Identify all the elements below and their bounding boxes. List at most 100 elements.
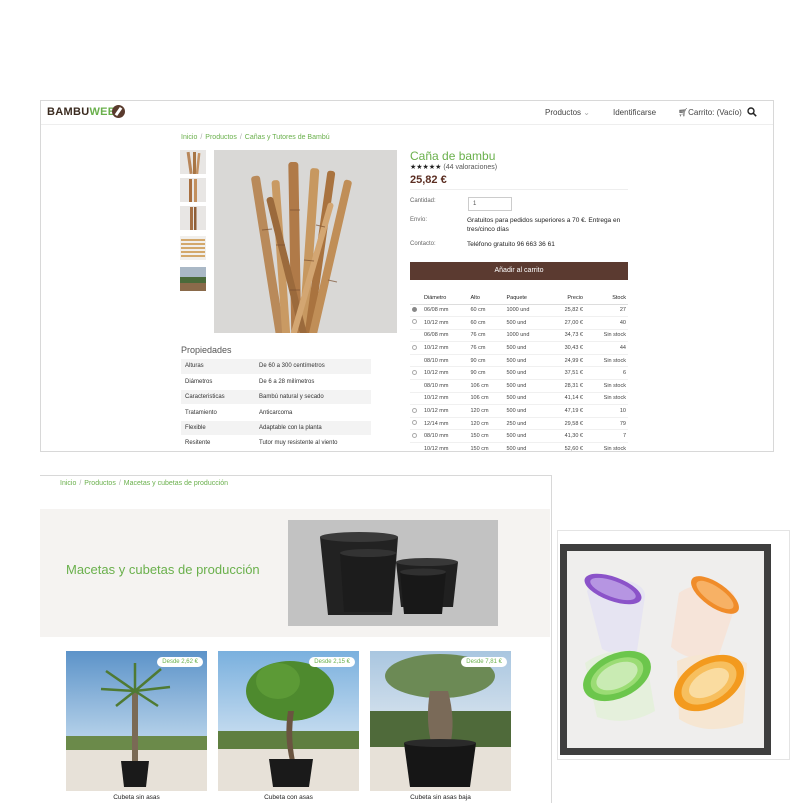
variant-select-cell[interactable]	[410, 304, 422, 318]
variant-stock: Sin stock	[584, 329, 628, 343]
chevron-down-icon: ⌄	[583, 108, 590, 117]
variant-paquete: 1000 und	[504, 329, 549, 343]
property-value: De 60 a 300 centímetros	[255, 359, 371, 375]
variant-paquete: 500 und	[504, 442, 549, 451]
variant-radio[interactable]	[412, 420, 417, 426]
variant-row[interactable]: 10/12 mm 90 cm 500 und 37,51 €6	[410, 366, 628, 381]
variant-stock: Sin stock	[584, 354, 628, 368]
product-name[interactable]: Cubeta sin asas baja	[370, 794, 511, 801]
product-page-screenshot: BAMBUWEB Productos ⌄ Identificarse 🛒︎Car…	[40, 100, 774, 452]
variant-stock: Sin stock	[584, 392, 628, 406]
product-name[interactable]: Cubeta sin asas	[66, 794, 207, 801]
cart-icon: 🛒︎	[678, 108, 689, 117]
variant-alto: 90 cm	[468, 366, 505, 381]
variant-radio[interactable]	[412, 344, 417, 350]
nav-login[interactable]: Identificarse	[613, 108, 656, 117]
variant-precio: 41,14 €	[548, 392, 585, 406]
variant-row[interactable]: 10/12 mm 120 cm 500 und 47,19 €10	[410, 404, 628, 418]
nav-products[interactable]: Productos ⌄	[545, 108, 590, 117]
price-badge: Desde 7,81 €	[461, 657, 507, 667]
property-row: Tratamiento Anticarcoma	[181, 404, 371, 421]
variant-alto: 150 cm	[468, 429, 505, 444]
variant-row[interactable]: 06/08 mm 60 cm 1000 und 25,82 €27	[410, 304, 628, 318]
property-name: Diámetros	[181, 374, 255, 391]
variant-alto: 90 cm	[468, 354, 505, 368]
variant-select-cell[interactable]	[410, 429, 422, 444]
thumbnail-1[interactable]	[180, 150, 206, 174]
product-card-2[interactable]: Desde 2,15 €	[218, 651, 359, 791]
variant-row[interactable]: 10/12 mm 76 cm 500 und 30,43 €44	[410, 341, 628, 355]
variant-radio[interactable]	[412, 369, 417, 375]
variant-diametro: 10/12 mm	[422, 392, 469, 406]
variant-row[interactable]: 08/10 mm 150 cm 500 und 41,30 €7	[410, 429, 628, 444]
variant-alto: 60 cm	[468, 316, 505, 330]
nav-cart-label: Carrito: (Vacío)	[688, 108, 742, 117]
product-price: 25,82 €	[410, 174, 447, 186]
thumbnail-2[interactable]	[180, 178, 206, 202]
property-row: Caracteristicas Bambú natural y secado	[181, 389, 371, 406]
variant-row[interactable]: 10/12 mm 60 cm 500 und 27,00 €40	[410, 316, 628, 330]
col-paquete: Paquete	[504, 293, 549, 305]
table-header-row: Diámetro Alto Paquete Precio Stock	[410, 293, 628, 305]
property-row: Diámetros De 6 a 28 milímetros	[181, 374, 371, 391]
add-to-cart-button[interactable]: Añadir al carrito	[410, 262, 628, 280]
brand-logo[interactable]: BAMBUWEB	[47, 106, 116, 118]
variant-row: 10/12 mm 106 cm 500 und 41,14 € Sin stock	[410, 392, 628, 406]
thumbnail-5[interactable]	[180, 267, 206, 291]
variant-stock: 27	[584, 304, 628, 318]
category-title: Macetas y cubetas de producción	[66, 562, 260, 577]
variant-select-cell[interactable]	[410, 341, 422, 355]
breadcrumb-products[interactable]: Productos	[84, 480, 116, 487]
variant-select-cell[interactable]	[410, 404, 422, 418]
category-page-screenshot: Inicio / Productos / Macetas y cubetas de pr…	[40, 475, 552, 803]
variant-select-cell	[410, 329, 422, 343]
product-card-1[interactable]: Desde 2,62 €	[66, 651, 207, 791]
variant-radio[interactable]	[412, 319, 417, 325]
contact-label: Contacto:	[410, 241, 436, 247]
category-banner: Macetas y cubetas de producción	[40, 509, 550, 637]
quantity-input[interactable]: 1	[468, 197, 512, 211]
variant-precio: 30,43 €	[548, 341, 585, 355]
variant-alto: 120 cm	[468, 417, 505, 431]
variant-paquete: 500 und	[504, 392, 549, 406]
variant-alto: 60 cm	[468, 304, 505, 318]
top-navbar: BAMBUWEB Productos ⌄ Identificarse 🛒︎Car…	[41, 101, 773, 125]
variant-row: 10/12 mm 150 cm 500 und 52,60 € Sin stock	[410, 442, 628, 451]
property-name: Caracteristicas	[181, 389, 255, 406]
product-card-3[interactable]: Desde 7,81 €	[370, 651, 511, 791]
search-icon[interactable]	[747, 107, 757, 117]
variant-select-cell[interactable]	[410, 417, 422, 431]
thumbnail-3[interactable]	[180, 206, 206, 230]
variant-paquete: 500 und	[504, 316, 549, 330]
thumbnail-4[interactable]	[180, 236, 206, 260]
col-stock: Stock	[584, 293, 628, 305]
contact-value: Teléfono gratuito 96 663 36 61	[467, 241, 555, 248]
breadcrumb-home[interactable]: Inicio	[181, 134, 197, 141]
variant-radio[interactable]	[412, 306, 417, 312]
variant-select-cell[interactable]	[410, 366, 422, 381]
variant-paquete: 500 und	[504, 341, 549, 355]
variant-paquete: 500 und	[504, 379, 549, 393]
variant-diametro: 10/12 mm	[422, 316, 469, 330]
nav-cart[interactable]: 🛒︎Carrito: (Vacío)	[678, 108, 742, 117]
breadcrumb-category[interactable]: Cañas y Tutores de Bambú	[245, 134, 330, 141]
variant-row[interactable]: 12/14 mm 120 cm 250 und 29,58 €79	[410, 417, 628, 431]
rating-count[interactable]: (44 valoraciones)	[443, 164, 497, 171]
variant-precio: 24,99 €	[548, 354, 585, 368]
breadcrumb: Inicio / Productos / Macetas y cubetas de pr…	[60, 480, 229, 487]
variant-precio: 37,51 €	[548, 366, 585, 381]
variant-radio[interactable]	[412, 432, 417, 438]
variant-select-cell	[410, 379, 422, 393]
breadcrumb-category[interactable]: Macetas y cubetas de producción	[124, 480, 228, 487]
property-value: De 6 a 28 milímetros	[255, 374, 371, 391]
variant-select-cell[interactable]	[410, 316, 422, 330]
variant-precio: 29,58 €	[548, 417, 585, 431]
variant-precio: 25,82 €	[548, 304, 585, 318]
variant-radio[interactable]	[412, 407, 417, 413]
product-name[interactable]: Cubeta con asas	[218, 794, 359, 801]
price-badge: Desde 2,62 €	[157, 657, 203, 667]
breadcrumb-home[interactable]: Inicio	[60, 480, 76, 487]
breadcrumb-products[interactable]: Productos	[205, 134, 237, 141]
nav-products-label: Productos	[545, 108, 582, 117]
variant-stock: Sin stock	[584, 442, 628, 451]
